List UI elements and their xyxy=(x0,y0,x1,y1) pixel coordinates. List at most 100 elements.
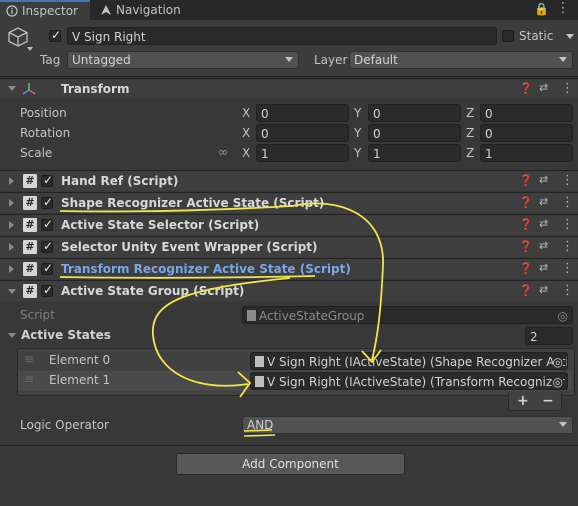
help-icon[interactable]: ❓ xyxy=(519,196,533,209)
presets-icon[interactable]: ⇄ xyxy=(539,217,548,230)
script-hash-icon: # xyxy=(23,262,37,276)
component-header[interactable]: # Transform Recognizer Active State (Scr… xyxy=(0,258,578,279)
tab-bar: Inspector Navigation 🔒 ⋮ xyxy=(0,0,578,21)
layer-label: Layer xyxy=(314,53,348,67)
axis-y-label: Y xyxy=(354,126,362,140)
component-header[interactable]: # Shape Recognizer Active State (Script)… xyxy=(0,192,578,213)
drag-handle-icon[interactable]: ≡ xyxy=(24,372,34,386)
help-icon[interactable]: ❓ xyxy=(519,262,533,275)
list-item[interactable]: ≡ Element 1 V Sign Right (IActiveState) … xyxy=(18,371,572,391)
presets-icon[interactable]: ⇄ xyxy=(539,195,548,208)
presets-icon[interactable]: ⇄ xyxy=(539,283,548,296)
layer-dropdown[interactable]: Default xyxy=(349,51,573,69)
tab-navigation[interactable]: Navigation xyxy=(94,0,181,20)
list-footer: + − xyxy=(508,393,562,411)
component-enabled-toggle[interactable] xyxy=(41,217,53,231)
script-hash-icon: # xyxy=(23,284,37,298)
active-states-count-field[interactable]: 2 xyxy=(525,327,573,345)
presets-icon[interactable]: ⇄ xyxy=(539,239,548,252)
foldout-arrow-icon[interactable] xyxy=(9,243,14,251)
component-enabled-toggle[interactable] xyxy=(41,283,53,297)
static-label: Static xyxy=(519,29,554,43)
axis-z-label: Z xyxy=(466,126,475,140)
help-icon[interactable]: ❓ xyxy=(519,82,533,95)
script-field[interactable]: ActiveStateGroup ◎ xyxy=(242,306,573,324)
chevron-down-icon xyxy=(559,57,567,62)
presets-icon[interactable]: ⇄ xyxy=(539,261,548,274)
foldout-arrow-icon[interactable] xyxy=(9,177,14,185)
more-menu-icon[interactable]: ⋮ xyxy=(561,195,574,210)
presets-icon[interactable]: ⇄ xyxy=(539,81,548,94)
component-enabled-toggle[interactable] xyxy=(41,239,53,253)
scale-z-field[interactable]: 1 xyxy=(480,144,573,162)
static-toggle[interactable] xyxy=(502,30,514,42)
link-scale-icon[interactable]: ∞ xyxy=(218,145,228,159)
info-icon xyxy=(6,4,18,17)
component-header[interactable]: # Hand Ref (Script) ❓ ⇄ ⋮ xyxy=(0,170,578,191)
scale-y-field[interactable]: 1 xyxy=(368,144,461,162)
remove-element-button[interactable]: − xyxy=(542,393,554,409)
help-icon[interactable]: ❓ xyxy=(519,174,533,187)
script-value: ActiveStateGroup xyxy=(259,309,365,323)
object-picker-icon[interactable]: ◎ xyxy=(552,353,563,369)
object-picker-icon[interactable]: ◎ xyxy=(552,373,563,389)
position-z-field[interactable]: 0 xyxy=(480,104,573,122)
script-hash-icon: # xyxy=(23,240,37,254)
tab-inspector[interactable]: Inspector xyxy=(0,0,90,20)
component-header[interactable]: # Selector Unity Event Wrapper (Script) … xyxy=(0,236,578,257)
navigation-icon xyxy=(100,2,112,15)
rotation-z-field[interactable]: 0 xyxy=(480,124,573,142)
component-header[interactable]: # Active State Group (Script) ❓ ⇄ ⋮ xyxy=(0,280,578,301)
active-states-foldout-icon[interactable] xyxy=(8,333,16,338)
add-component-button[interactable]: Add Component xyxy=(176,453,405,475)
component-header[interactable]: # Active State Selector (Script) ❓ ⇄ ⋮ xyxy=(0,214,578,235)
drag-handle-icon[interactable]: ≡ xyxy=(24,352,34,366)
help-icon[interactable]: ❓ xyxy=(519,218,533,231)
component-enabled-toggle[interactable] xyxy=(41,195,53,209)
transform-header[interactable]: Transform ❓ ⇄ ⋮ xyxy=(0,78,578,99)
active-toggle[interactable] xyxy=(49,28,61,42)
help-icon[interactable]: ❓ xyxy=(519,284,533,297)
script-hash-icon: # xyxy=(23,218,37,232)
add-element-button[interactable]: + xyxy=(517,393,529,409)
more-menu-icon[interactable]: ⋮ xyxy=(556,0,570,16)
foldout-arrow-icon[interactable] xyxy=(9,199,14,207)
presets-icon[interactable]: ⇄ xyxy=(539,173,548,186)
logic-operator-dropdown[interactable]: AND xyxy=(242,416,573,434)
position-x-field[interactable]: 0 xyxy=(256,104,349,122)
object-name-field[interactable]: V Sign Right xyxy=(67,27,497,45)
rotation-y-field[interactable]: 0 xyxy=(368,124,461,142)
more-menu-icon[interactable]: ⋮ xyxy=(561,283,574,298)
more-menu-icon[interactable]: ⋮ xyxy=(561,261,574,276)
help-icon[interactable]: ❓ xyxy=(519,240,533,253)
component-enabled-toggle[interactable] xyxy=(41,261,53,275)
more-menu-icon[interactable]: ⋮ xyxy=(561,217,574,232)
chevron-down-icon xyxy=(559,422,567,427)
icon-dropdown-caret[interactable] xyxy=(27,47,33,51)
lock-icon[interactable]: 🔒 xyxy=(534,2,549,16)
scale-x-field[interactable]: 1 xyxy=(256,144,349,162)
static-dropdown-caret[interactable] xyxy=(566,34,574,39)
element-value: V Sign Right (IActiveState) (Transform R… xyxy=(267,375,568,389)
rotation-x-field[interactable]: 0 xyxy=(256,124,349,142)
foldout-arrow-icon[interactable] xyxy=(9,265,14,273)
component-title: Hand Ref (Script) xyxy=(61,174,179,188)
component-title: Active State Group (Script) xyxy=(61,284,245,298)
foldout-arrow-icon[interactable] xyxy=(8,86,16,91)
foldout-arrow-icon[interactable] xyxy=(9,221,14,229)
more-menu-icon[interactable]: ⋮ xyxy=(561,173,574,188)
element-object-field[interactable]: V Sign Right (IActiveState) (Shape Recog… xyxy=(250,352,568,370)
logic-operator-label: Logic Operator xyxy=(20,418,109,432)
more-menu-icon[interactable]: ⋮ xyxy=(561,239,574,254)
foldout-arrow-icon[interactable] xyxy=(8,289,16,294)
axis-x-label: X xyxy=(242,106,251,120)
position-y-field[interactable]: 0 xyxy=(368,104,461,122)
component-enabled-toggle[interactable] xyxy=(41,173,53,187)
list-item[interactable]: ≡ Element 0 V Sign Right (IActiveState) … xyxy=(18,351,572,371)
tag-dropdown[interactable]: Untagged xyxy=(67,51,299,69)
transform-axes-icon xyxy=(22,82,36,99)
element-object-field[interactable]: V Sign Right (IActiveState) (Transform R… xyxy=(250,372,568,390)
script-file-icon xyxy=(255,376,264,387)
more-menu-icon[interactable]: ⋮ xyxy=(561,81,574,96)
object-picker-icon[interactable]: ◎ xyxy=(558,307,568,323)
